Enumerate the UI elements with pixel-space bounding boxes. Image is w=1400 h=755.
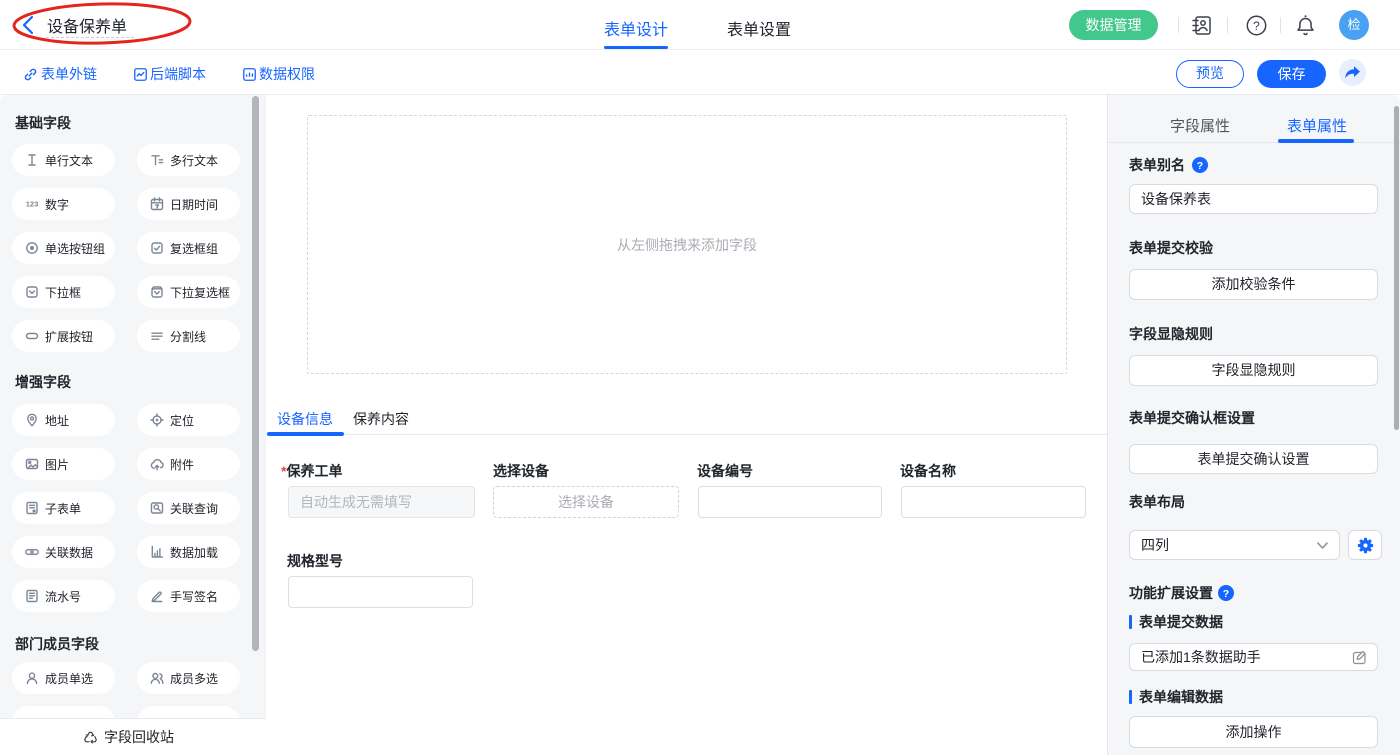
svg-text:?: ? xyxy=(1223,588,1229,600)
svg-text:123: 123 xyxy=(26,200,39,209)
svg-text:?: ? xyxy=(1197,160,1203,172)
svg-text:?: ? xyxy=(1253,19,1260,33)
